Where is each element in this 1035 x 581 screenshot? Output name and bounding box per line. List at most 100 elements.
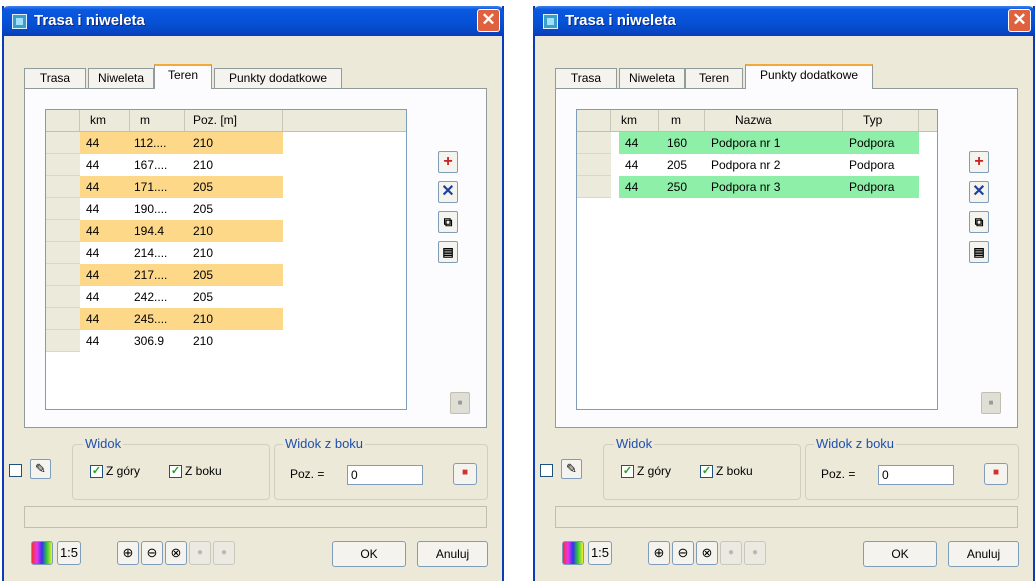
cell-poz[interactable]: 210 <box>185 330 283 352</box>
cell-poz[interactable]: 210 <box>185 220 283 242</box>
row-header[interactable] <box>577 176 611 198</box>
disabled-button[interactable]: ■ <box>981 392 1001 414</box>
enable-checkbox[interactable] <box>9 464 22 477</box>
table-row[interactable]: 44 190.... 205 <box>46 198 406 220</box>
tab-punkty-dodatkowe[interactable]: Punkty dodatkowe <box>214 68 342 88</box>
zoom-in-button[interactable]: ⊕ <box>117 541 139 565</box>
cell-poz[interactable]: 205 <box>185 176 283 198</box>
delete-row-button[interactable]: ✕ <box>438 181 458 203</box>
poz-input[interactable]: 0 <box>878 465 954 485</box>
row-header[interactable] <box>46 330 80 352</box>
tab-trasa[interactable]: Trasa <box>24 68 86 88</box>
cell-typ[interactable]: Podpora <box>843 154 919 176</box>
scale-button[interactable]: 1:5 <box>588 541 612 565</box>
disabled-tool-1[interactable]: ● <box>720 541 742 565</box>
tab-teren[interactable]: Teren <box>685 68 743 88</box>
cell-m[interactable]: 190.... <box>130 198 185 220</box>
cell-m[interactable]: 242.... <box>130 286 185 308</box>
z-boku-checkbox[interactable]: ✓ <box>169 465 182 478</box>
title-bar[interactable]: Trasa i niweleta ✕ <box>2 6 504 36</box>
terrain-table[interactable]: km m Poz. [m] 44 112.... 210 44 167.... 210 44… <box>45 109 407 410</box>
row-header[interactable] <box>46 132 80 154</box>
row-header[interactable] <box>46 308 80 330</box>
cell-m[interactable]: 205 <box>659 154 705 176</box>
edit-button[interactable]: ✎ <box>30 459 51 479</box>
cell-poz[interactable]: 210 <box>185 132 283 154</box>
cell-km[interactable]: 44 <box>619 176 659 198</box>
cell-km[interactable]: 44 <box>80 242 130 264</box>
row-header[interactable] <box>46 176 80 198</box>
add-row-button[interactable]: + <box>969 151 989 173</box>
copy-button[interactable]: ⧉ <box>969 211 989 233</box>
disabled-tool-2[interactable]: ● <box>744 541 766 565</box>
cell-km[interactable]: 44 <box>80 308 130 330</box>
row-header[interactable] <box>46 220 80 242</box>
copy-button[interactable]: ⧉ <box>438 211 458 233</box>
row-header[interactable] <box>46 154 80 176</box>
cell-typ[interactable]: Podpora <box>843 132 919 154</box>
cell-km[interactable]: 44 <box>80 286 130 308</box>
enable-checkbox[interactable] <box>540 464 553 477</box>
column-header-poz[interactable]: Poz. [m] <box>185 110 283 131</box>
row-header[interactable] <box>46 242 80 264</box>
table-row[interactable]: 44 194.4 210 <box>46 220 406 242</box>
table-row[interactable]: 44 250 Podpora nr 3 Podpora <box>577 176 937 198</box>
cell-km[interactable]: 44 <box>80 330 130 352</box>
cell-km[interactable]: 44 <box>80 154 130 176</box>
poz-input[interactable]: 0 <box>347 465 423 485</box>
cell-typ[interactable]: Podpora <box>843 176 919 198</box>
color-grid-button[interactable] <box>31 541 53 565</box>
disabled-button[interactable]: ■ <box>450 392 470 414</box>
cell-m[interactable]: 160 <box>659 132 705 154</box>
column-header-m[interactable]: m <box>130 110 185 131</box>
table-row[interactable]: 44 306.9 210 <box>46 330 406 352</box>
table-row[interactable]: 44 245.... 210 <box>46 308 406 330</box>
points-table[interactable]: km m Nazwa Typ 44 160 Podpora nr 1 Podpora 4… <box>576 109 938 410</box>
disabled-tool-2[interactable]: ● <box>213 541 235 565</box>
row-header[interactable] <box>46 264 80 286</box>
close-button[interactable]: ✕ <box>1008 9 1031 32</box>
column-header-km[interactable]: km <box>80 110 130 131</box>
table-row[interactable]: 44 160 Podpora nr 1 Podpora <box>577 132 937 154</box>
cell-km[interactable]: 44 <box>619 154 659 176</box>
zoom-in-button[interactable]: ⊕ <box>648 541 670 565</box>
zoom-out-button[interactable]: ⊖ <box>141 541 163 565</box>
table-row[interactable]: 44 112.... 210 <box>46 132 406 154</box>
table-row[interactable]: 44 205 Podpora nr 2 Podpora <box>577 154 937 176</box>
cell-m[interactable]: 245.... <box>130 308 185 330</box>
edit-button[interactable]: ✎ <box>561 459 582 479</box>
column-header-nazwa[interactable]: Nazwa <box>705 110 843 131</box>
disabled-tool-1[interactable]: ● <box>189 541 211 565</box>
cell-km[interactable]: 44 <box>80 264 130 286</box>
z-boku-checkbox[interactable]: ✓ <box>700 465 713 478</box>
cell-km[interactable]: 44 <box>619 132 659 154</box>
column-header-km[interactable]: km <box>611 110 659 131</box>
z-gory-checkbox[interactable]: ✓ <box>621 465 634 478</box>
tab-punkty-dodatkowe[interactable]: Punkty dodatkowe <box>745 64 873 89</box>
cell-poz[interactable]: 205 <box>185 264 283 286</box>
cell-km[interactable]: 44 <box>80 132 130 154</box>
cell-poz[interactable]: 210 <box>185 242 283 264</box>
title-bar[interactable]: Trasa i niweleta ✕ <box>533 6 1035 36</box>
cell-poz[interactable]: 210 <box>185 154 283 176</box>
cell-m[interactable]: 112.... <box>130 132 185 154</box>
paste-button[interactable]: ▤ <box>969 241 989 263</box>
cell-nazwa[interactable]: Podpora nr 3 <box>705 176 843 198</box>
zoom-fit-button[interactable]: ⊗ <box>165 541 187 565</box>
row-header[interactable] <box>577 132 611 154</box>
cell-m[interactable]: 217.... <box>130 264 185 286</box>
cell-km[interactable]: 44 <box>80 220 130 242</box>
tab-trasa[interactable]: Trasa <box>555 68 617 88</box>
cell-m[interactable]: 167.... <box>130 154 185 176</box>
z-gory-checkbox[interactable]: ✓ <box>90 465 103 478</box>
cancel-button[interactable]: Anuluj <box>948 541 1019 567</box>
delete-row-button[interactable]: ✕ <box>969 181 989 203</box>
cell-nazwa[interactable]: Podpora nr 2 <box>705 154 843 176</box>
table-row[interactable]: 44 217.... 205 <box>46 264 406 286</box>
close-button[interactable]: ✕ <box>477 9 500 32</box>
cell-m[interactable]: 306.9 <box>130 330 185 352</box>
table-row[interactable]: 44 167.... 210 <box>46 154 406 176</box>
cell-m[interactable]: 194.4 <box>130 220 185 242</box>
table-row[interactable]: 44 242.... 205 <box>46 286 406 308</box>
cell-poz[interactable]: 205 <box>185 286 283 308</box>
